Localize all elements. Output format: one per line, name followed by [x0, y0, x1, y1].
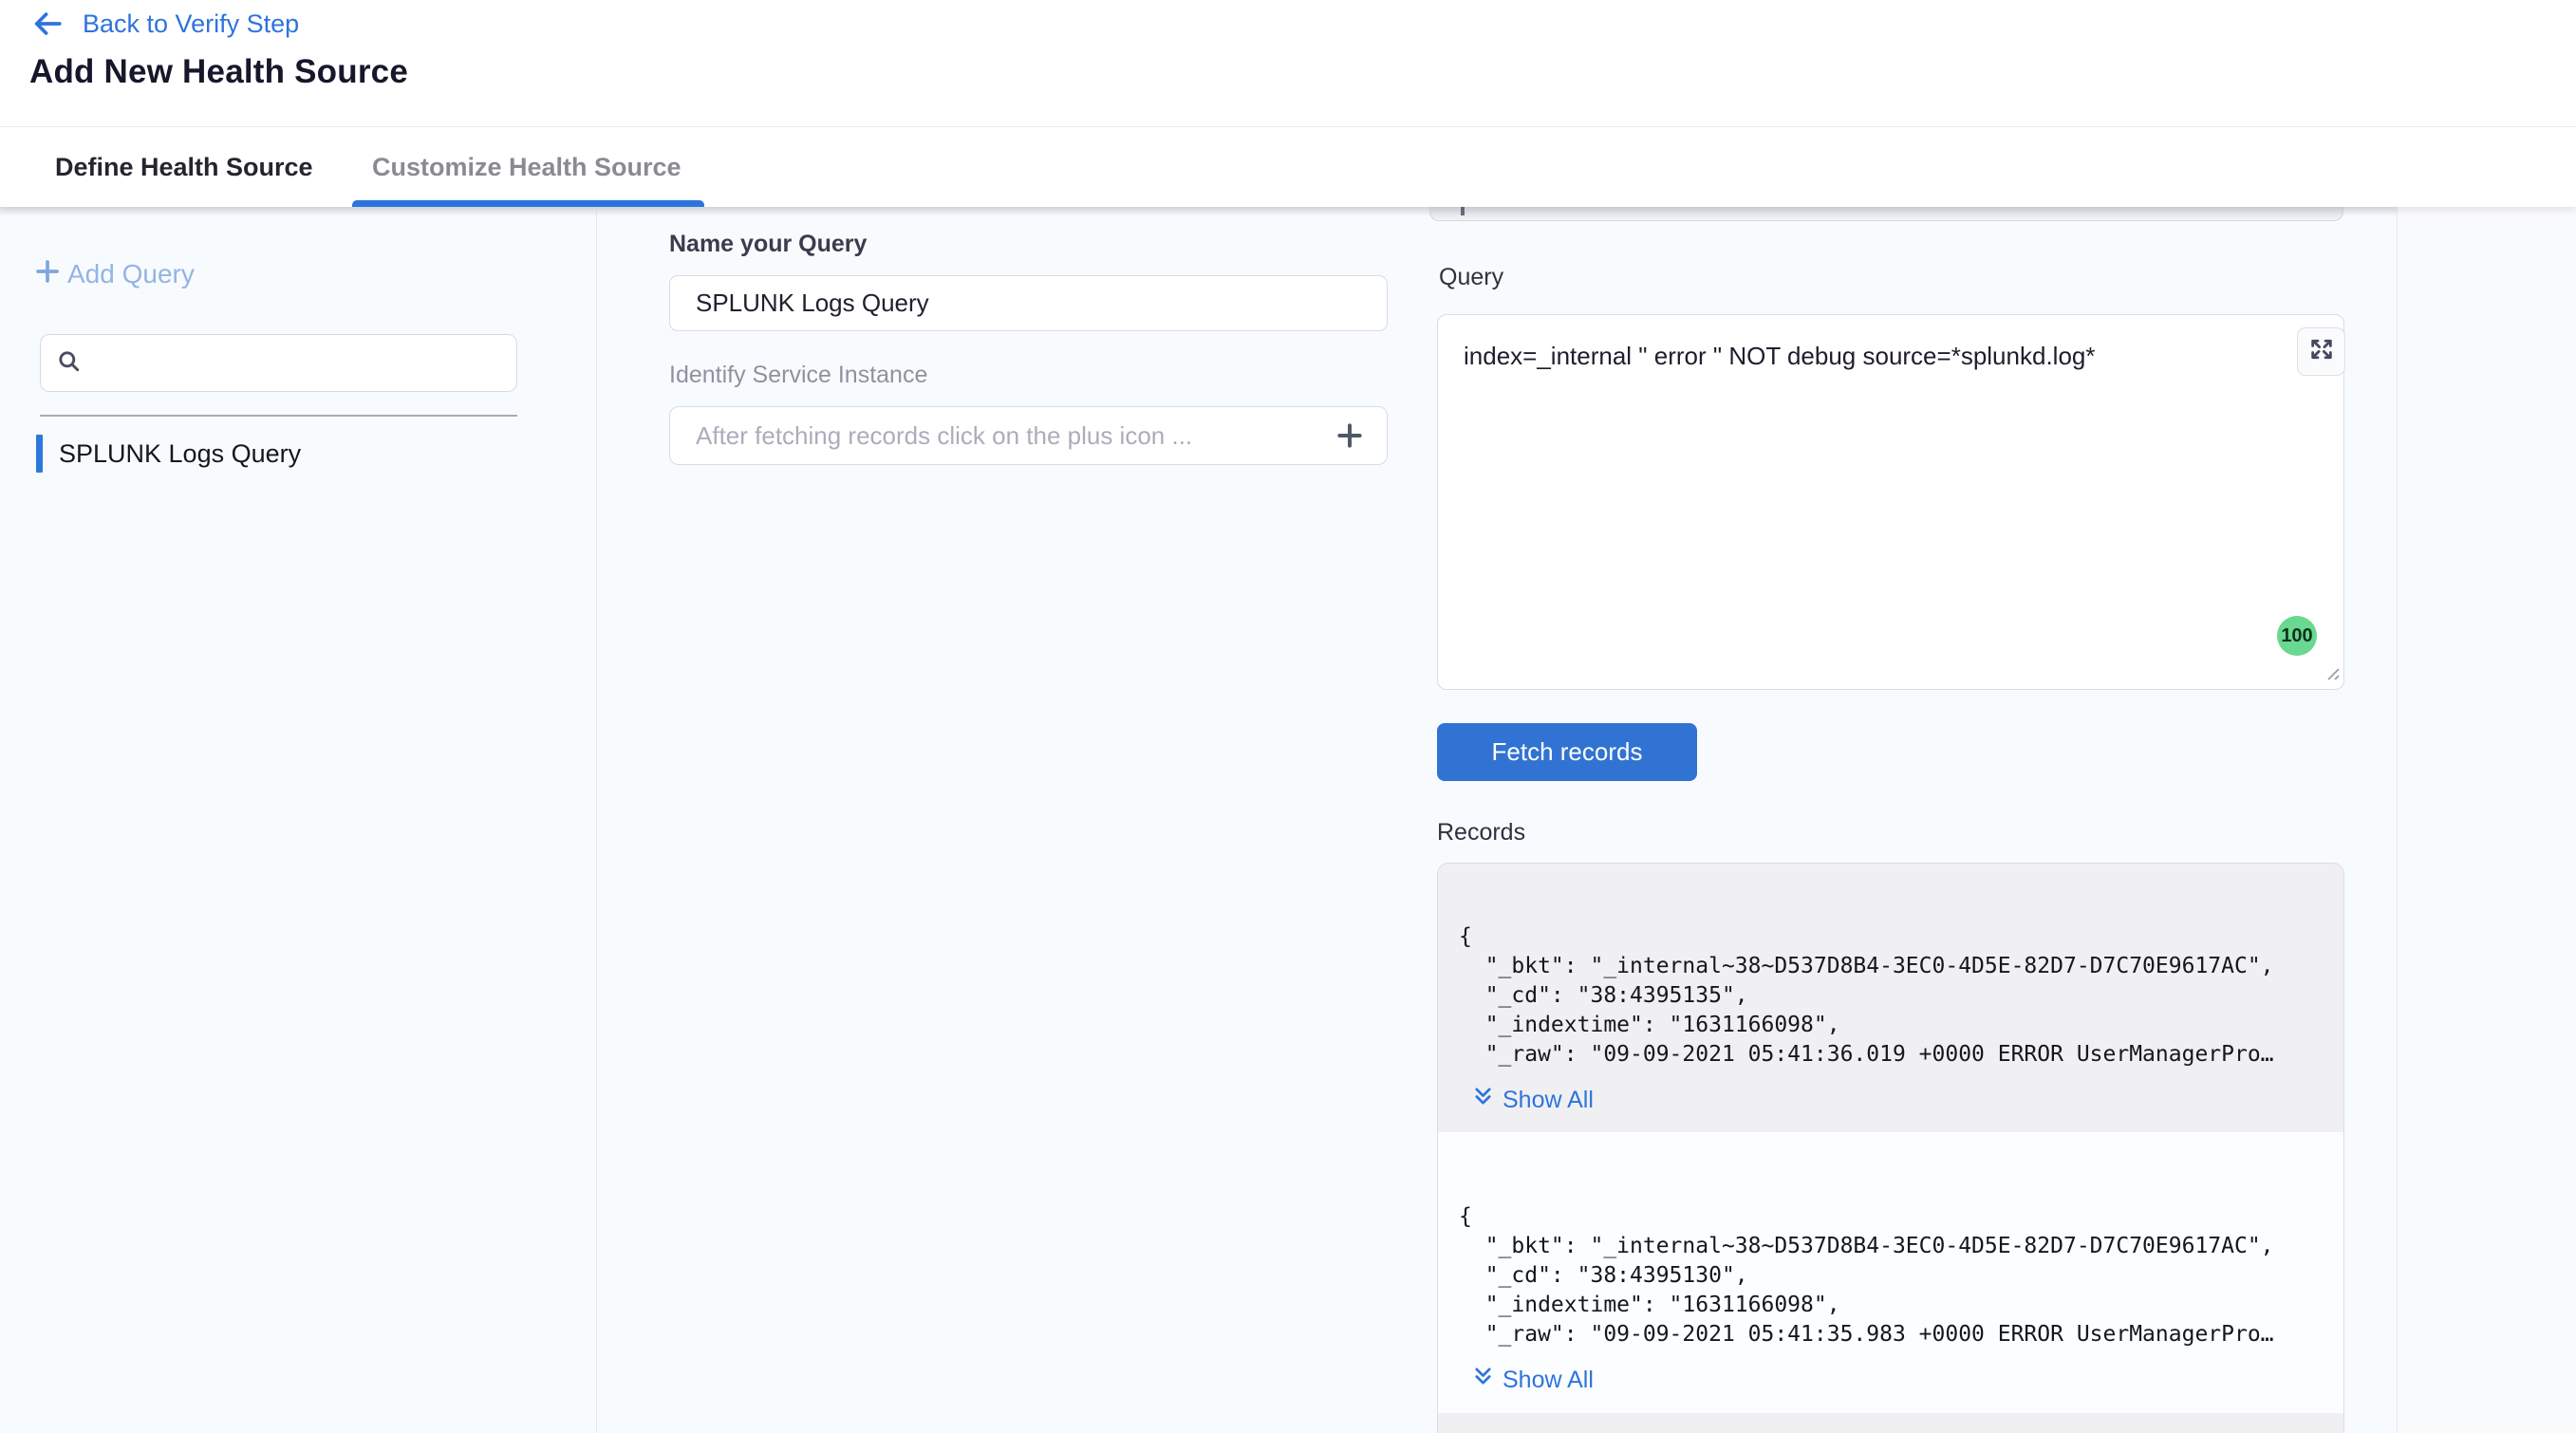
add-health-source-page: Back to Verify Step Add New Health Sourc… — [0, 0, 2576, 1433]
record-card: { "_bkt": "_internal~38~D537D8B4-3EC0-4D… — [1438, 864, 2343, 1132]
double-chevron-down-icon — [1472, 1085, 1494, 1115]
records-label: Records — [1437, 819, 1525, 847]
sidebar-divider — [40, 415, 517, 417]
record-json: { "_bkt": "_internal~38~D537D8B4-3EC0-4D… — [1459, 1202, 2323, 1349]
query-name-input[interactable] — [669, 275, 1388, 331]
record-json: { "_bkt": "_internal~38~D537D8B4-3EC0-4D… — [1459, 922, 2323, 1070]
name-your-query-label: Name your Query — [669, 231, 867, 258]
show-all-label: Show All — [1503, 1367, 1594, 1394]
query-search-box[interactable] — [40, 334, 517, 392]
service-instance-input[interactable] — [670, 421, 1334, 451]
identify-service-instance-label: Identify Service Instance — [669, 362, 927, 389]
fetch-records-button[interactable]: Fetch records — [1437, 723, 1697, 781]
show-all-link[interactable]: Show All — [1472, 1365, 1594, 1395]
textarea-resize-handle[interactable] — [2323, 663, 2342, 687]
show-all-link[interactable]: Show All — [1472, 1085, 1594, 1115]
expand-icon — [2308, 336, 2335, 367]
query-text[interactable]: index=_internal " error " NOT debug sour… — [1464, 340, 2268, 372]
search-icon — [56, 348, 82, 379]
tab-customize-health-source[interactable]: Customize Health Source — [372, 127, 681, 207]
service-instance-field — [669, 406, 1388, 465]
add-query-button[interactable]: Add Query — [33, 257, 195, 290]
tab-define-health-source[interactable]: Define Health Source — [55, 127, 313, 207]
query-label: Query — [1439, 264, 1503, 291]
content-area: Add Query SPLUNK Logs Query Name your Qu… — [0, 207, 2576, 1433]
expand-query-button[interactable] — [2297, 327, 2345, 376]
tab-bar: Define Health Source Customize Health So… — [0, 127, 2576, 207]
add-service-instance-plus-button[interactable] — [1334, 419, 1366, 452]
search-input[interactable] — [95, 348, 501, 378]
page-title: Add New Health Source — [29, 53, 408, 91]
page-header: Back to Verify Step Add New Health Sourc… — [0, 0, 2576, 127]
query-item-label: SPLUNK Logs Query — [59, 439, 301, 469]
query-sidebar: Add Query SPLUNK Logs Query — [0, 207, 597, 1433]
records-count-badge: 100 — [2277, 616, 2317, 656]
sidebar-item-splunk-logs-query[interactable]: SPLUNK Logs Query — [0, 431, 596, 476]
double-chevron-down-icon — [1472, 1365, 1494, 1395]
records-container: { "_bkt": "_internal~38~D537D8B4-3EC0-4D… — [1437, 863, 2344, 1433]
clipped-text-fragment — [1461, 207, 1465, 215]
show-all-label: Show All — [1503, 1087, 1594, 1114]
back-link-label: Back to Verify Step — [83, 9, 299, 39]
active-tab-underline — [352, 200, 704, 207]
selected-indicator-bar — [36, 435, 43, 473]
plus-icon — [33, 257, 62, 290]
record-card: { "_bkt": "_internal~38~D537D8B4-3EC0-4D… — [1438, 1132, 2343, 1413]
right-page-margin — [2397, 207, 2576, 1433]
back-to-verify-step-link[interactable]: Back to Verify Step — [31, 8, 299, 40]
add-query-label: Add Query — [67, 259, 195, 289]
clipped-input-bottom[interactable] — [1429, 207, 2343, 221]
query-editor[interactable]: index=_internal " error " NOT debug sour… — [1437, 314, 2344, 690]
record-card — [1438, 1413, 2343, 1433]
back-arrow-icon — [31, 8, 64, 40]
